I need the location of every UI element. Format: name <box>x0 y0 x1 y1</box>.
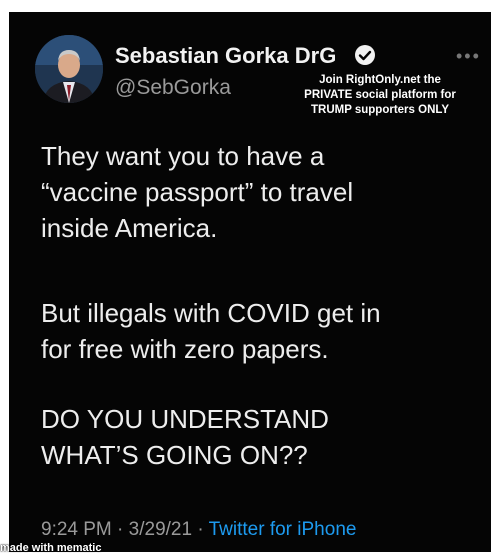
tweet-line: They want you to have a <box>41 141 325 171</box>
mematic-watermark: made with mematic <box>0 542 102 554</box>
tweet-line: “vaccine passport” to travel <box>41 177 354 207</box>
tweet-date[interactable]: 3/29/21 <box>129 519 192 540</box>
display-name[interactable]: Sebastian Gorka DrG <box>115 43 336 69</box>
avatar[interactable] <box>35 35 103 103</box>
meta-separator: · <box>111 519 129 540</box>
more-options-icon[interactable]: ••• <box>456 46 481 67</box>
tweet-line: WHAT’S GOING ON?? <box>41 440 308 470</box>
avatar-image <box>35 35 103 103</box>
tweet-line: inside America. <box>41 213 218 243</box>
tweet-paragraph: DO YOU UNDERSTAND WHAT’S GOING ON?? <box>41 401 481 473</box>
verified-badge-icon <box>355 45 375 65</box>
tweet-paragraph: But illegals with COVID get in for free … <box>41 295 481 367</box>
tweet-card: Sebastian Gorka DrG @SebGorka ••• Join R… <box>9 12 491 552</box>
promo-overlay: Join RightOnly.net the PRIVATE social pl… <box>275 73 485 118</box>
tweet-time[interactable]: 9:24 PM <box>41 519 112 540</box>
tweet-line: But illegals with COVID get in <box>41 298 381 328</box>
tweet-paragraph: They want you to have a “vaccine passpor… <box>41 138 481 246</box>
meta-separator: · <box>192 519 209 540</box>
tweet-line: DO YOU UNDERSTAND <box>41 404 329 434</box>
tweet-source[interactable]: Twitter for iPhone <box>209 519 357 540</box>
promo-line: PRIVATE social platform for <box>304 89 456 101</box>
handle[interactable]: @SebGorka <box>115 76 231 100</box>
tweet-line: for free with zero papers. <box>41 334 329 364</box>
promo-line: TRUMP supporters ONLY <box>310 104 450 116</box>
tweet-meta: 9:24 PM · 3/29/21 · Twitter for iPhone <box>41 519 356 541</box>
promo-line: Join RightOnly.net the <box>319 74 441 86</box>
